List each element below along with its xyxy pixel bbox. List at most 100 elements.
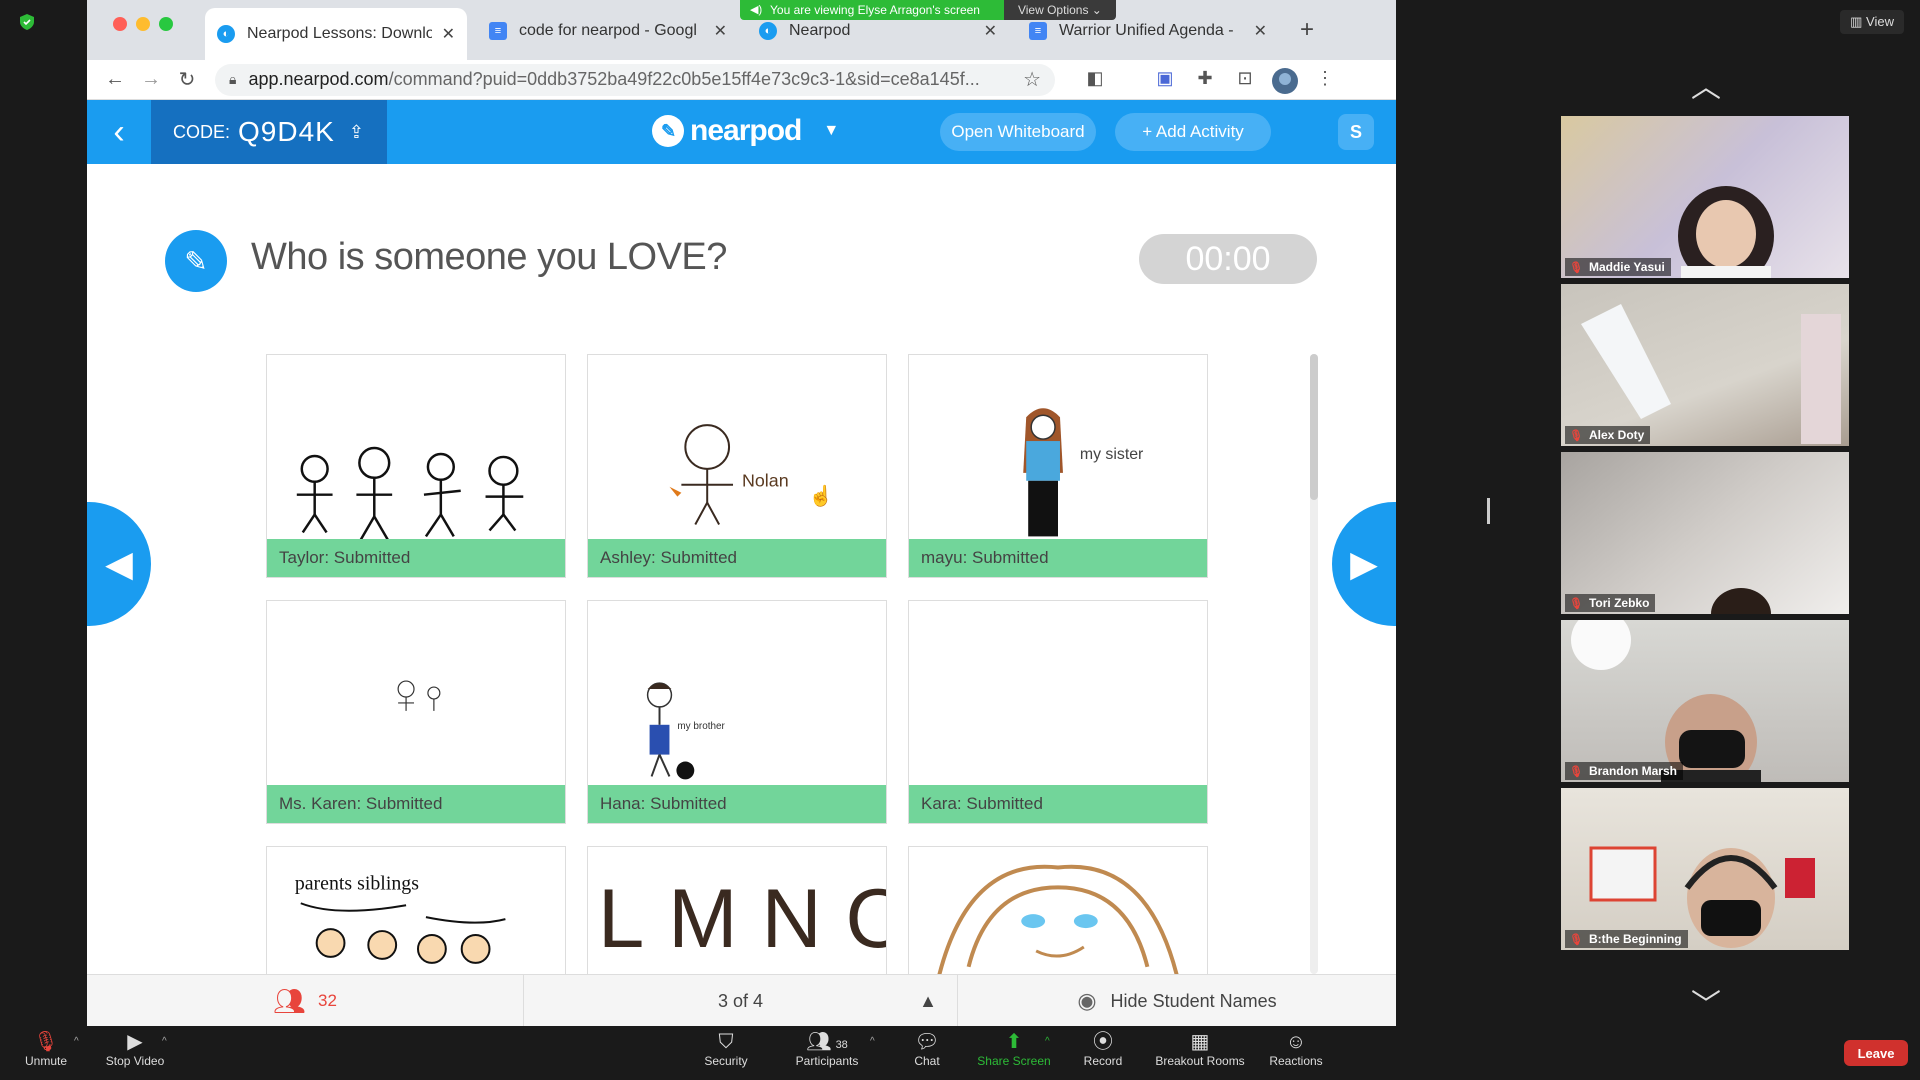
audio-options-caret-icon[interactable]: ^ [74, 1036, 79, 1047]
blank-drawing [909, 601, 1207, 787]
student-view-badge[interactable]: S [1338, 114, 1374, 150]
unmute-label: Unmute [24, 1054, 68, 1068]
stop-video-button[interactable]: ▶︎ Stop Video [100, 1030, 170, 1068]
breakout-rooms-button[interactable]: ▦ Breakout Rooms [1150, 1030, 1250, 1068]
url-host: app.nearpod.com [248, 69, 389, 89]
close-tab-icon[interactable]: ✕ [984, 21, 997, 41]
view-options-button[interactable]: View Options ⌄ [1003, 0, 1116, 20]
extensions-puzzle-icon[interactable]: ✚ [1185, 68, 1225, 92]
video-options-caret-icon[interactable]: ^ [162, 1036, 167, 1047]
encryption-shield-icon[interactable] [20, 14, 34, 30]
submission-card[interactable]: LMNO [587, 846, 911, 974]
submission-card[interactable]: Taylor: Submitted [266, 354, 566, 578]
tab-title: Nearpod Lessons: Downlo [247, 25, 432, 42]
tab-title: Nearpod [789, 22, 851, 39]
docs-icon: ≡ [1029, 22, 1047, 40]
submission-label: Hana: Submitted [588, 785, 886, 823]
extension-b-icon[interactable]: ▣ [1145, 68, 1185, 92]
back-arrow-icon[interactable]: ← [97, 68, 133, 91]
participant-name-tag: 🎙︎ B:the Beginning [1565, 930, 1688, 948]
student-count-value: 32 [318, 991, 337, 1010]
video-tile[interactable]: 🎙︎ Brandon Marsh [1561, 620, 1849, 782]
chevron-down-icon[interactable]: ▼ [823, 122, 839, 140]
new-tab-plus-icon[interactable]: + [1300, 16, 1314, 44]
submission-card[interactable]: Ms. Karen: Submitted [266, 600, 566, 824]
my-sister-drawing: my sister [1023, 408, 1144, 537]
close-tab-icon[interactable]: ✕ [1254, 21, 1267, 41]
gallery-up-chevron-icon[interactable]: ︿ [1688, 62, 1724, 106]
submission-card[interactable]: parents siblings [266, 846, 566, 974]
participant-video [1678, 186, 1774, 278]
video-tile[interactable]: 🎙︎ Maddie Yasui [1561, 116, 1849, 278]
activity-question: Who is someone you LOVE? [251, 236, 727, 278]
profile-avatar[interactable] [1265, 67, 1305, 94]
reactions-label: Reactions [1269, 1054, 1323, 1068]
security-label: Security [704, 1054, 748, 1068]
panel-divider-handle[interactable] [1487, 498, 1490, 524]
parents-siblings-drawing: parents siblings [295, 872, 506, 964]
nearpod-logo[interactable]: ✎ nearpod ▼ [652, 114, 839, 148]
share-screen-button[interactable]: ⬆︎ Share Screen [974, 1030, 1054, 1068]
grid-scrollbar[interactable] [1310, 354, 1318, 974]
browser-tab-code-doc[interactable]: ≡ code for nearpod - Googl ✕ [477, 12, 739, 50]
previous-slide-arrow-icon[interactable]: ◀ [87, 502, 151, 626]
hand-cursor-icon: ☝ [809, 484, 834, 508]
record-button[interactable]: ⦿ Record [1080, 1030, 1126, 1068]
muted-mic-icon: 🎙︎ [1569, 597, 1583, 610]
student-count[interactable]: 👥︎ 32 [87, 975, 524, 1026]
record-icon: ⦿ [1093, 1031, 1113, 1053]
participant-name: Brandon Marsh [1588, 764, 1677, 778]
gallery-down-chevron-icon[interactable]: ﹀ [1688, 980, 1724, 1024]
submission-card[interactable]: my brother Hana: Submitted [587, 600, 887, 824]
submission-card[interactable]: Nolan ☝ Ashley: Submitted [587, 354, 887, 578]
submission-card[interactable]: my sister mayu: Submitted [908, 354, 1208, 578]
activity-timer[interactable]: 00:00 [1139, 234, 1317, 284]
record-label: Record [1083, 1054, 1123, 1068]
url-field[interactable]: 🔒︎ app.nearpod.com/command?puid=0ddb3752… [215, 63, 1055, 96]
participant-video [1589, 846, 1815, 948]
close-tab-icon[interactable]: ✕ [714, 21, 727, 41]
forward-arrow-icon[interactable]: → [133, 68, 169, 91]
triangle-up-icon[interactable]: ▲ [919, 991, 937, 1012]
security-button[interactable]: ⛉ Security [700, 1030, 752, 1068]
reload-icon[interactable]: ↻ [169, 67, 205, 92]
next-slide-arrow-icon[interactable]: ▶ [1332, 502, 1396, 626]
submission-card[interactable]: Kara: Submitted [908, 600, 1208, 824]
maximize-window-button[interactable] [159, 17, 173, 31]
hide-student-names-button[interactable]: ◉ Hide Student Names [958, 975, 1396, 1026]
reactions-button[interactable]: ☺ Reactions [1264, 1030, 1328, 1068]
cast-icon[interactable]: ⊡ [1225, 68, 1265, 92]
share-options-caret-icon[interactable]: ^ [1045, 1036, 1050, 1047]
chat-button[interactable]: 💬︎ Chat [910, 1030, 944, 1068]
video-tile[interactable]: 🎙︎ Alex Doty [1561, 284, 1849, 446]
participants-caret-icon[interactable]: ^ [870, 1036, 875, 1047]
back-chevron-icon[interactable]: ‹ [87, 100, 151, 164]
small-figures-drawing [397, 680, 441, 711]
page-indicator[interactable]: 3 of 4 ▲ [524, 975, 958, 1026]
tab-title: Warrior Unified Agenda - [1059, 22, 1234, 39]
nolan-label: Nolan [742, 471, 789, 491]
code-label: CODE: [173, 121, 231, 142]
share-code-icon[interactable]: ⇪ [349, 122, 364, 143]
browser-menu-icon[interactable]: ⋮ [1305, 68, 1345, 92]
video-tile[interactable]: 🎙︎ B:the Beginning [1561, 788, 1849, 950]
close-window-button[interactable] [113, 17, 127, 31]
minimize-window-button[interactable] [136, 17, 150, 31]
leave-meeting-button[interactable]: Leave [1844, 1040, 1908, 1066]
muted-mic-icon: 🎙︎ [1569, 765, 1583, 778]
participants-button[interactable]: 👥︎ 38 Participants [790, 1030, 864, 1068]
extension-cast-icon[interactable]: ◧ [1075, 68, 1115, 92]
scrollbar-thumb[interactable] [1310, 354, 1318, 500]
video-tile[interactable]: 🎙︎ Tori Zebko [1561, 452, 1849, 614]
close-tab-icon[interactable]: ✕ [442, 24, 455, 44]
gallery-view-button[interactable]: ▥ View [1840, 10, 1904, 34]
submission-card[interactable] [908, 846, 1208, 974]
bookmark-star-icon[interactable]: ☆ [1023, 67, 1041, 92]
open-whiteboard-button[interactable]: Open Whiteboard [940, 113, 1096, 151]
add-activity-button[interactable]: + Add Activity [1115, 113, 1271, 151]
my-sister-label: my sister [1080, 446, 1144, 463]
unmute-button[interactable]: 🎙︎ Unmute [20, 1030, 72, 1068]
share-screen-label: Share Screen [977, 1054, 1051, 1068]
participants-label: Participants [795, 1054, 859, 1068]
browser-tab-nearpod-lessons[interactable]: ◐ Nearpod Lessons: Downlo ✕ [205, 8, 467, 60]
